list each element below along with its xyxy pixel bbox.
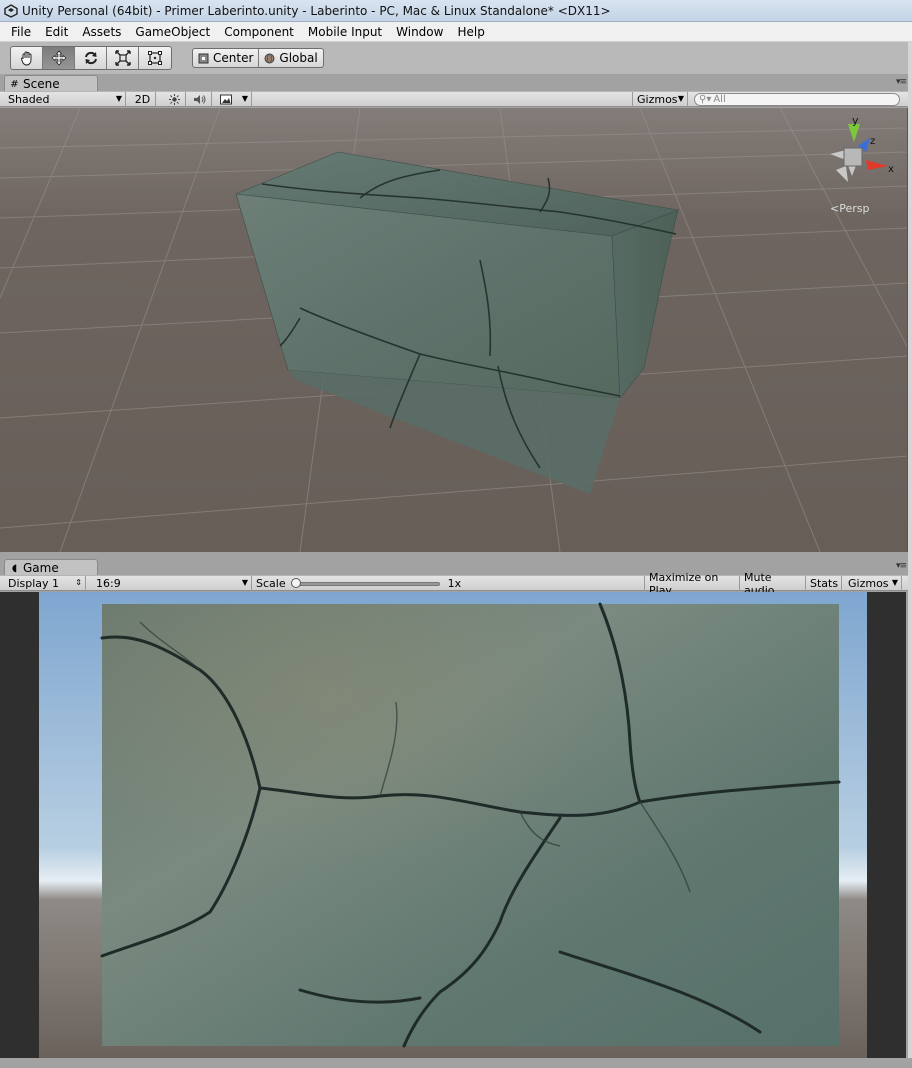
display-dropdown[interactable]: Display 1 ⇕ <box>4 576 86 591</box>
pacman-game-icon: ◖ <box>11 562 18 574</box>
scale-control: Scale 1x <box>252 576 642 591</box>
tab-game-label: Game <box>23 561 59 575</box>
game-canvas[interactable] <box>0 592 906 1058</box>
game-gizmos-label: Gizmos <box>848 577 889 590</box>
pivot-center-icon <box>198 53 209 63</box>
game-gizmos-dropdown[interactable]: Gizmos ▼ <box>844 576 902 591</box>
lighting-toggle[interactable] <box>164 92 186 107</box>
toggle-2d-label: 2D <box>134 93 151 106</box>
scene-canvas[interactable]: y z x <Persp <box>0 108 908 552</box>
menu-mobile-input[interactable]: Mobile Input <box>301 25 389 39</box>
chevron-down-icon: ▼ <box>241 578 248 587</box>
display-value: Display 1 <box>8 577 60 590</box>
hand-tool-button[interactable] <box>11 47 43 69</box>
updown-arrow-icon: ⇕ <box>75 578 82 587</box>
window-bottom-edge <box>0 1058 912 1068</box>
scene-grid-icon: # <box>10 78 19 90</box>
window-title: Unity Personal (64bit) - Primer Laberint… <box>22 3 611 18</box>
audio-toggle[interactable] <box>188 92 212 107</box>
menu-bar: File Edit Assets GameObject Component Mo… <box>0 22 912 42</box>
unity-logo-icon <box>4 3 18 18</box>
effects-dropdown[interactable]: ▼ <box>216 92 252 107</box>
tab-scene[interactable]: # Scene <box>4 75 98 92</box>
globe-icon <box>264 53 275 63</box>
menu-help[interactable]: Help <box>450 25 491 39</box>
move-tool-icon <box>51 50 66 66</box>
transform-tools <box>10 46 172 70</box>
chevron-down-icon: ▼ <box>115 94 122 103</box>
aspect-dropdown[interactable]: 16:9 ▼ <box>92 576 252 591</box>
window-title-bar: Unity Personal (64bit) - Primer Laberint… <box>0 0 912 22</box>
image-effects-icon <box>220 94 232 105</box>
scale-slider-thumb[interactable] <box>290 577 301 588</box>
search-placeholder: All <box>713 94 726 105</box>
draw-mode-dropdown[interactable]: Shaded ▼ <box>4 92 126 107</box>
sun-icon <box>169 94 180 105</box>
axis-z-label: z <box>870 136 875 147</box>
projection-label[interactable]: <Persp <box>830 202 869 215</box>
tab-game[interactable]: ◖ Game <box>4 559 98 576</box>
pivot-toggles: Center Global <box>192 48 324 68</box>
menu-file[interactable]: File <box>4 25 38 39</box>
menu-assets[interactable]: Assets <box>75 25 128 39</box>
game-toolbar: Display 1 ⇕ 16:9 ▼ Scale 1x Maximize on … <box>0 571 908 597</box>
scene-gizmos-dropdown[interactable]: Gizmos ▼ <box>632 92 688 107</box>
pivot-mode-label: Center <box>213 51 254 65</box>
aspect-value: 16:9 <box>96 577 121 590</box>
scene-tab-strip: # Scene ▾≡ <box>0 74 908 92</box>
scale-tool-button[interactable] <box>107 47 139 69</box>
mute-audio-toggle[interactable]: Mute audio <box>740 571 806 597</box>
move-tool-button[interactable] <box>43 47 75 69</box>
toggle-2d-button[interactable]: 2D <box>130 92 156 107</box>
panel-menu-icon[interactable]: ▾≡ <box>896 561 907 571</box>
concrete-wall <box>100 602 841 1048</box>
draw-mode-value: Shaded <box>8 93 50 106</box>
menu-edit[interactable]: Edit <box>38 25 75 39</box>
chevron-down-icon: ▼ <box>241 94 248 103</box>
scene-viewport[interactable]: y z x <Persp <box>0 108 908 552</box>
scale-tool-icon <box>114 50 131 66</box>
chevron-down-icon: ▼ <box>677 94 684 103</box>
scene-gizmos-label: Gizmos <box>637 93 678 106</box>
panel-menu-icon[interactable]: ▾≡ <box>896 77 907 87</box>
axis-y-label: y <box>852 114 859 127</box>
pivot-global-button[interactable]: Global <box>259 49 322 67</box>
stats-toggle[interactable]: Stats <box>806 576 842 591</box>
maximize-on-play-toggle[interactable]: Maximize on Play <box>644 571 740 597</box>
main-toolbar: Center Global <box>0 42 912 74</box>
window-right-edge <box>908 42 912 1068</box>
scene-toolbar: Shaded ▼ 2D ▼ Gizmos ▼ ⚲▾ All <box>0 91 908 107</box>
scale-label: Scale <box>256 577 286 590</box>
rect-tool-button[interactable] <box>139 47 171 69</box>
speaker-icon <box>194 95 206 104</box>
tab-scene-label: Scene <box>23 77 60 91</box>
rect-tool-icon <box>148 51 162 65</box>
axis-x-label: x <box>888 164 894 175</box>
game-viewport[interactable] <box>0 592 906 1058</box>
search-icon: ⚲▾ <box>699 94 712 105</box>
rotate-tool-button[interactable] <box>75 47 107 69</box>
rotate-tool-icon <box>84 51 97 65</box>
menu-window[interactable]: Window <box>389 25 450 39</box>
scale-value: 1x <box>447 577 462 590</box>
hand-tool-icon <box>20 51 31 66</box>
stats-label: Stats <box>810 577 839 590</box>
pivot-space-label: Global <box>279 51 318 65</box>
chevron-down-icon: ▼ <box>891 578 898 587</box>
menu-component[interactable]: Component <box>217 25 301 39</box>
scale-slider[interactable] <box>290 577 440 588</box>
scene-search-input[interactable]: ⚲▾ All <box>694 93 900 106</box>
pivot-center-button[interactable]: Center <box>193 49 260 67</box>
menu-gameobject[interactable]: GameObject <box>128 25 217 39</box>
